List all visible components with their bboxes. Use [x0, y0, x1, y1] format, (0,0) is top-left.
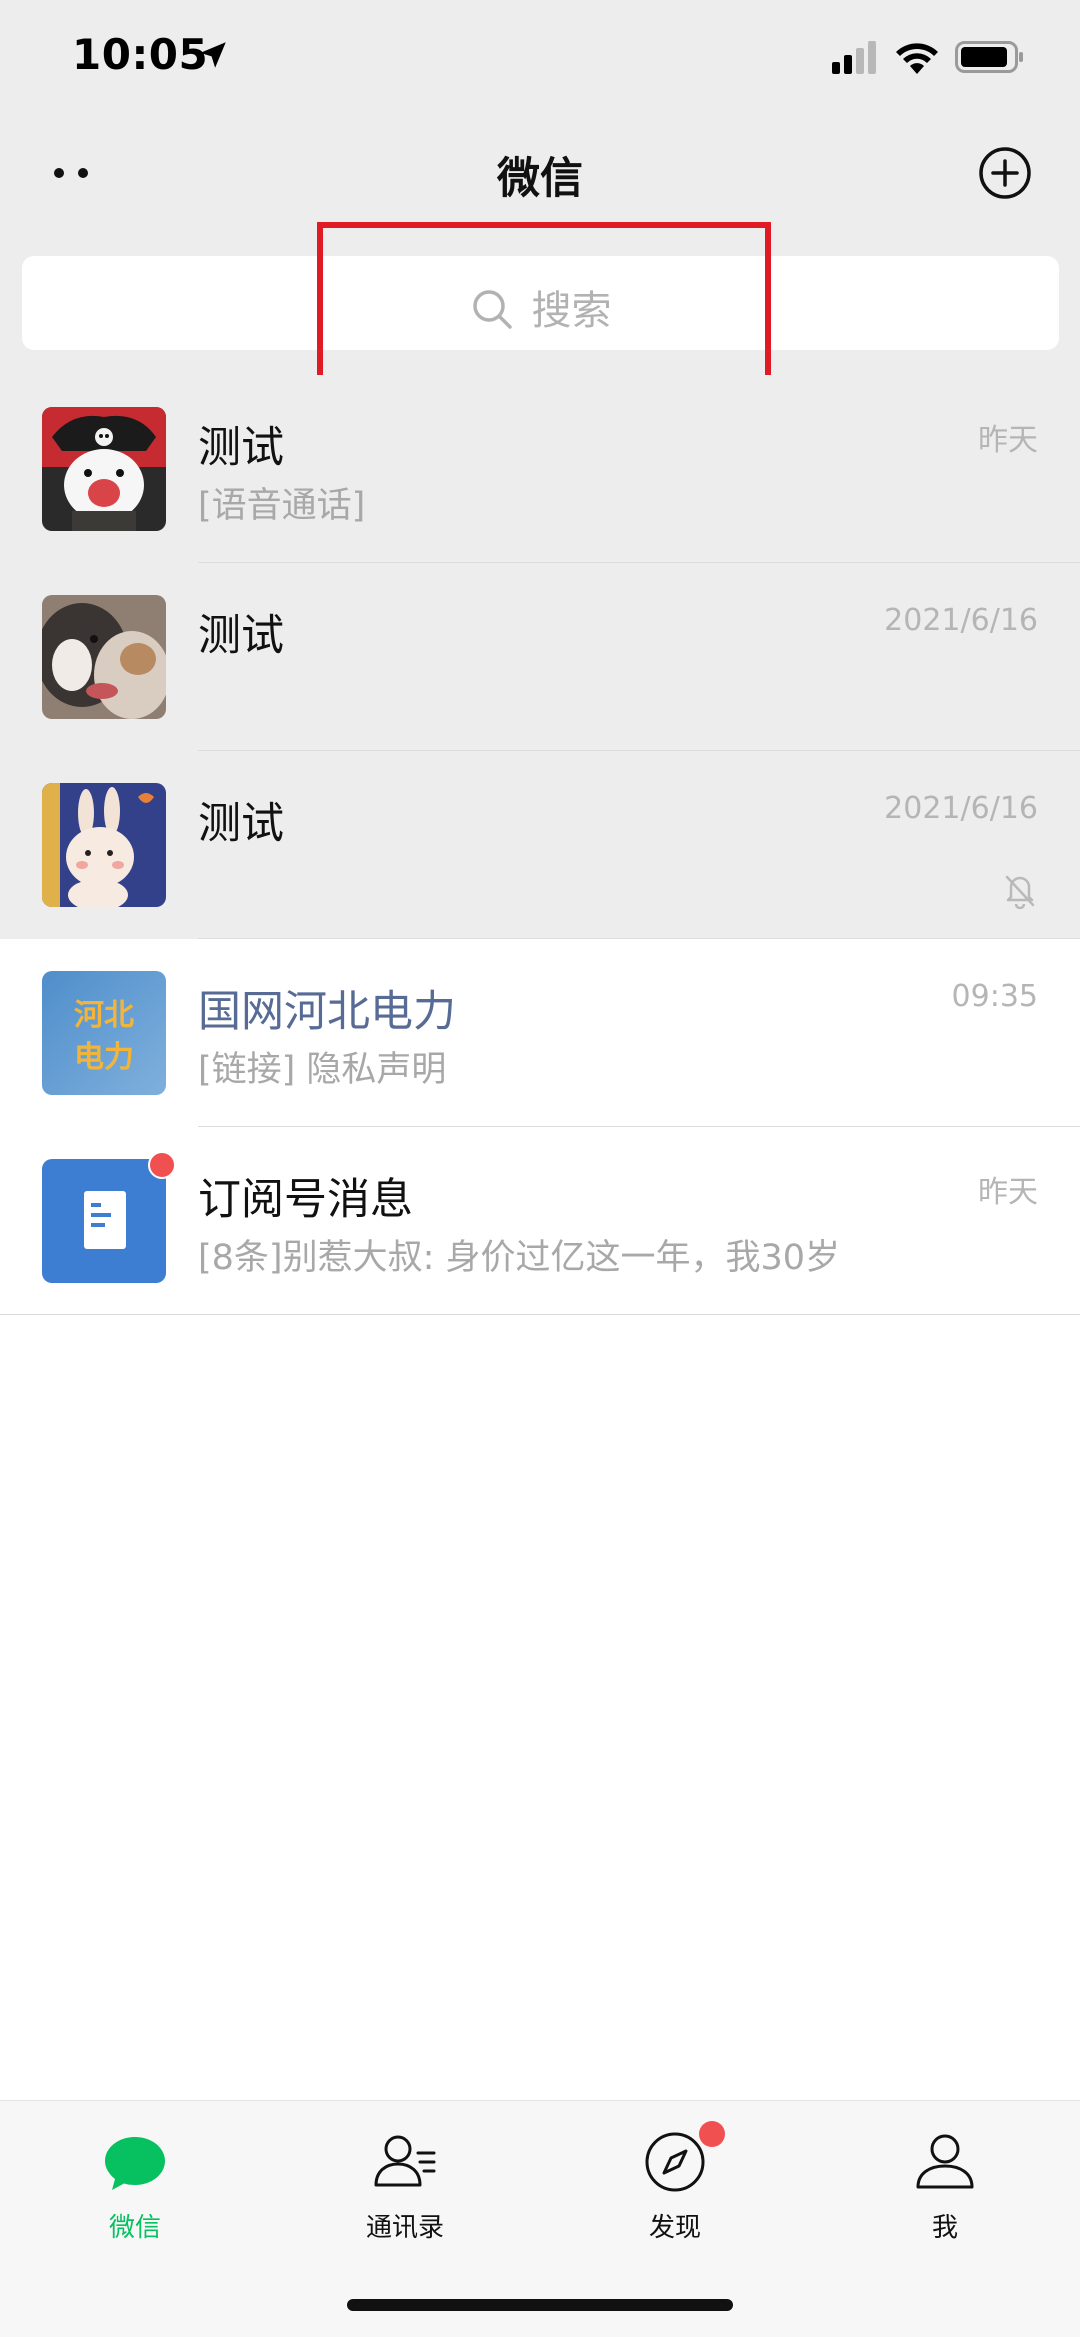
status-time: 10:05 — [72, 30, 209, 79]
search-placeholder-row: 搜索 — [22, 278, 1059, 336]
chat-preview: [链接] 隐私声明 — [198, 1050, 447, 1090]
chat-name: 订阅号消息 — [198, 1175, 413, 1225]
chat-row[interactable]: 测试 [语音通话] 昨天 — [0, 375, 1080, 563]
chat-row[interactable]: 测试 2021/6/16 — [0, 751, 1080, 939]
cellular-signal-icon — [832, 41, 876, 74]
bunny-illustration-avatar — [42, 783, 166, 907]
mute-bell-icon — [1005, 875, 1035, 909]
tab-discover[interactable]: 发现 — [575, 2121, 775, 2259]
unread-dot — [148, 1151, 176, 1179]
chat-name: 测试 — [198, 799, 284, 849]
chat-preview: [8条]别惹大叔: 身价过亿这一年，我30岁 — [198, 1238, 841, 1278]
chat-name: 测试 — [198, 611, 284, 661]
chat-name: 测试 — [198, 423, 284, 473]
tab-me[interactable]: 我 — [845, 2129, 1045, 2259]
discover-badge-dot — [699, 2121, 725, 2147]
contacts-icon — [374, 2135, 436, 2187]
location-arrow-icon — [200, 42, 226, 68]
search-input[interactable]: 搜索 — [22, 256, 1059, 350]
chat-name: 国网河北电力 — [198, 987, 456, 1037]
search-icon — [472, 290, 512, 329]
status-bar: 10:05 — [0, 0, 1080, 120]
hebei-power-logo: 河北 电力 — [42, 971, 166, 1095]
tab-label: 微信 — [108, 2213, 161, 2243]
chat-row[interactable]: 订阅号消息 [8条]别惹大叔: 身价过亿这一年，我30岁 昨天 — [0, 1127, 1080, 1315]
chat-time: 09:35 — [951, 979, 1038, 1014]
avatar-text-line1: 河北 — [74, 998, 134, 1033]
dogs-photo-avatar — [42, 595, 166, 719]
chat-list: 测试 [语音通话] 昨天 测试 2021/6/16 测试 2021/6/16 河… — [0, 375, 1080, 1315]
chat-row[interactable]: 测试 2021/6/16 — [0, 563, 1080, 751]
person-icon — [916, 2134, 974, 2189]
chat-time: 2021/6/16 — [884, 603, 1038, 638]
nav-bar: 微信 — [0, 120, 1080, 225]
wifi-icon — [896, 43, 938, 74]
chat-time: 昨天 — [978, 423, 1038, 458]
search-placeholder: 搜索 — [531, 288, 612, 334]
compass-icon — [645, 2132, 705, 2192]
chat-time: 2021/6/16 — [884, 791, 1038, 826]
add-circle-icon[interactable] — [978, 146, 1032, 200]
chat-preview: [语音通话] — [198, 486, 366, 526]
battery-icon — [955, 41, 1023, 73]
tab-chats[interactable]: 微信 — [35, 2129, 235, 2259]
chat-bubble-icon — [105, 2137, 165, 2190]
chat-time: 昨天 — [978, 1175, 1038, 1210]
page-title: 微信 — [497, 154, 583, 204]
subscription-document-icon — [42, 1159, 166, 1283]
home-indicator[interactable] — [347, 2299, 733, 2311]
tab-label: 发现 — [648, 2213, 701, 2243]
tab-label: 我 — [931, 2213, 958, 2243]
avatar-text-line2: 电力 — [74, 1040, 134, 1075]
tab-contacts[interactable]: 通讯录 — [305, 2129, 505, 2259]
cartoon-character-avatar — [42, 407, 166, 531]
chat-row[interactable]: 河北 电力 国网河北电力 [链接] 隐私声明 09:35 — [0, 939, 1080, 1127]
tab-label: 通讯录 — [365, 2213, 444, 2243]
